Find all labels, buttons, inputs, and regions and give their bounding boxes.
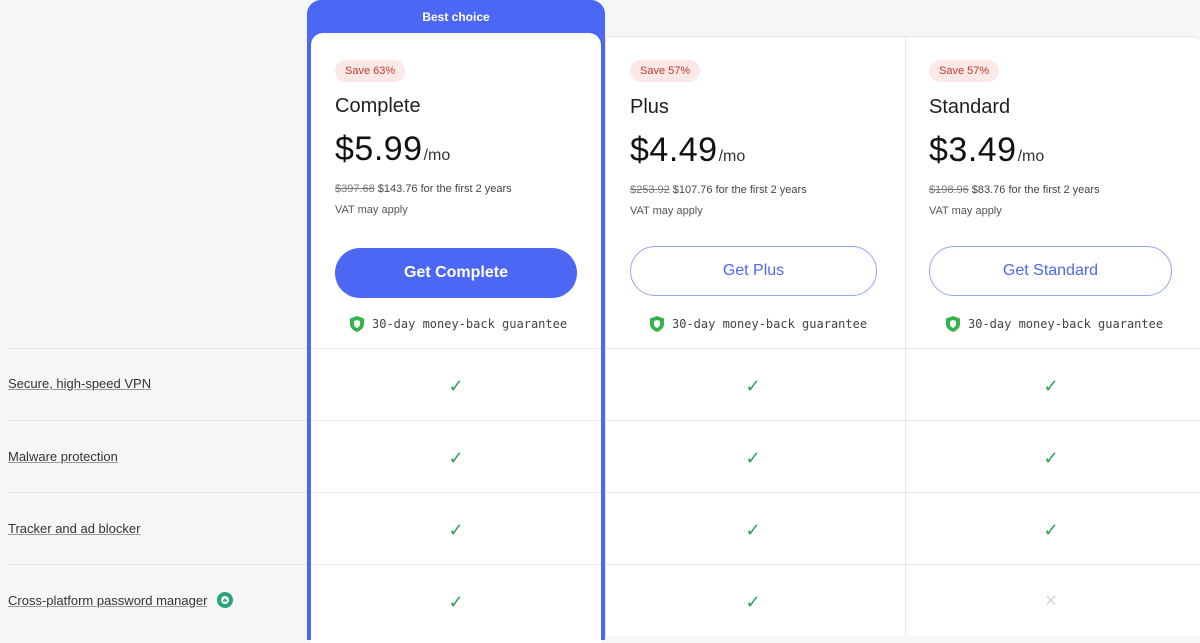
row-divider — [8, 564, 307, 565]
billing-details: $198.96 $83.76 for the first 2 years — [929, 184, 1100, 196]
plan-card-standard — [905, 36, 1200, 636]
row-divider — [605, 348, 1200, 349]
plan-price: $4.49 /mo — [630, 131, 745, 170]
discounted-price: $143.76 — [377, 183, 418, 195]
vat-note: VAT may apply — [335, 204, 408, 216]
cross-icon: ✕ — [1044, 593, 1058, 610]
guarantee-text: 30-day money-back guarantee — [672, 317, 868, 331]
money-back-guarantee: 30-day money-back guarantee — [650, 316, 867, 332]
price-period: /mo — [423, 147, 451, 164]
plan-price: $5.99 /mo — [335, 130, 450, 169]
get-complete-button[interactable]: Get Complete — [335, 248, 577, 298]
plan-name: Plus — [630, 96, 669, 118]
billing-details: $397.68 $143.76 for the first 2 years — [335, 183, 512, 195]
feature-label-tracker-blocker[interactable]: Tracker and ad blocker — [8, 521, 140, 536]
row-divider — [8, 492, 307, 493]
vat-note: VAT may apply — [630, 205, 703, 217]
check-icon: ✓ — [745, 520, 761, 540]
plan-name: Standard — [929, 96, 1011, 118]
save-badge: Save 63% — [335, 60, 406, 82]
original-price: $198.96 — [929, 184, 969, 196]
lock-icon — [221, 596, 230, 604]
guarantee-text: 30-day money-back guarantee — [968, 317, 1164, 331]
billing-term: for the first 2 years — [1008, 184, 1100, 196]
feature-label-malware[interactable]: Malware protection — [8, 449, 118, 464]
billing-term: for the first 2 years — [420, 183, 512, 195]
check-icon: ✓ — [448, 592, 464, 612]
row-divider — [311, 348, 601, 349]
shield-icon — [650, 316, 664, 332]
feature-label-vpn[interactable]: Secure, high-speed VPN — [8, 376, 151, 391]
discounted-price: $83.76 — [971, 184, 1006, 196]
price-period: /mo — [1017, 148, 1045, 165]
vat-note: VAT may apply — [929, 205, 1002, 217]
plan-price: $3.49 /mo — [929, 131, 1044, 170]
feature-label-text[interactable]: Secure, high-speed VPN — [8, 376, 151, 391]
guarantee-text: 30-day money-back guarantee — [372, 317, 568, 331]
plan-card-complete — [311, 33, 601, 643]
check-icon: ✓ — [448, 448, 464, 468]
discounted-price: $107.76 — [672, 184, 713, 196]
feature-label-text[interactable]: Cross-platform password manager — [8, 593, 207, 608]
row-divider — [605, 492, 1200, 493]
row-divider — [311, 420, 601, 421]
check-icon: ✓ — [745, 448, 761, 468]
get-standard-button[interactable]: Get Standard — [929, 246, 1172, 296]
password-manager-icon — [217, 592, 234, 608]
row-divider — [311, 492, 601, 493]
billing-details: $253.92 $107.76 for the first 2 years — [630, 184, 807, 196]
best-choice-label: Best choice — [422, 9, 490, 24]
price-amount: $4.49 — [630, 131, 718, 169]
save-badge: Save 57% — [630, 60, 701, 82]
shield-icon — [350, 316, 364, 332]
feature-label-text[interactable]: Malware protection — [8, 449, 118, 464]
get-plus-button[interactable]: Get Plus — [630, 246, 877, 296]
price-amount: $3.49 — [929, 131, 1017, 169]
money-back-guarantee: 30-day money-back guarantee — [946, 316, 1163, 332]
price-period: /mo — [718, 148, 746, 165]
plan-name: Complete — [335, 95, 421, 117]
check-icon: ✓ — [448, 520, 464, 540]
price-amount: $5.99 — [335, 130, 423, 168]
check-icon: ✓ — [1043, 376, 1059, 396]
original-price: $397.68 — [335, 183, 375, 195]
row-divider — [605, 564, 1200, 565]
check-icon: ✓ — [1043, 520, 1059, 540]
plan-card-plus — [605, 36, 905, 636]
money-back-guarantee: 30-day money-back guarantee — [350, 316, 567, 332]
billing-term: for the first 2 years — [715, 184, 807, 196]
row-divider — [311, 564, 601, 565]
check-icon: ✓ — [745, 376, 761, 396]
check-icon: ✓ — [448, 376, 464, 396]
shield-icon — [946, 316, 960, 332]
original-price: $253.92 — [630, 184, 670, 196]
feature-label-password-manager[interactable]: Cross-platform password manager — [8, 592, 234, 608]
row-divider — [8, 348, 307, 349]
row-divider — [605, 420, 1200, 421]
feature-label-text[interactable]: Tracker and ad blocker — [8, 521, 140, 536]
check-icon: ✓ — [1043, 448, 1059, 468]
row-divider — [8, 420, 307, 421]
check-icon: ✓ — [745, 592, 761, 612]
save-badge: Save 57% — [929, 60, 1000, 82]
